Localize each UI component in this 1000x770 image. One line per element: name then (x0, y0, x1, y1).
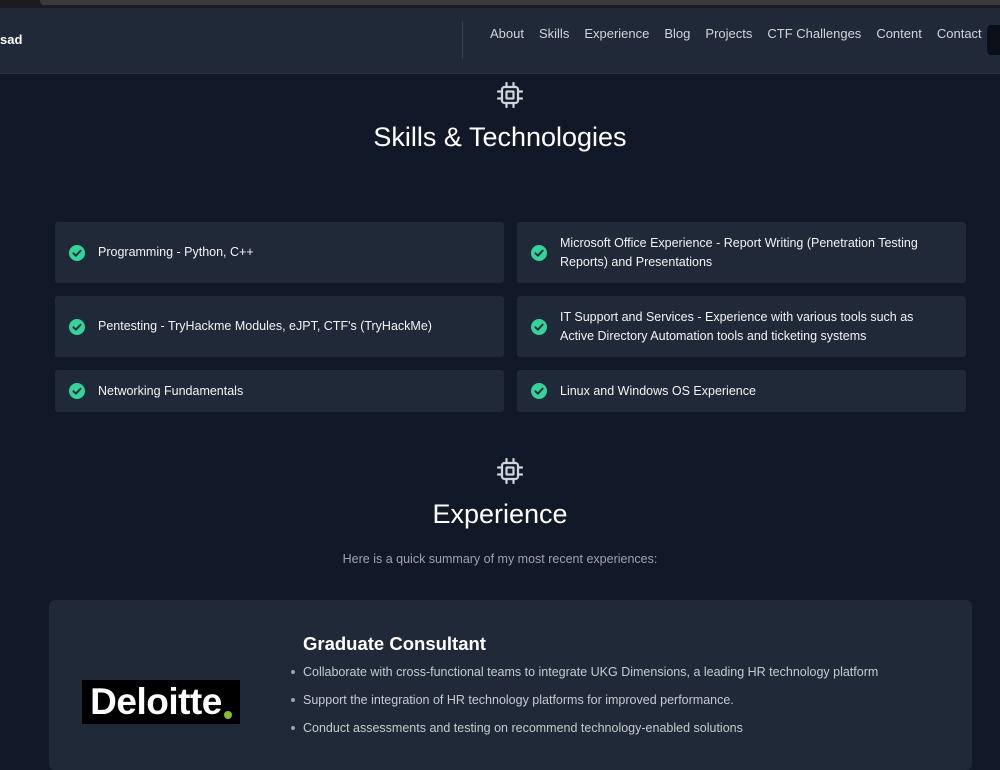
job-bullet: Support the integration of HR technology… (291, 690, 878, 718)
nav-link-content[interactable]: Content (876, 26, 922, 41)
check-circle-icon (69, 318, 85, 335)
skill-text: Pentesting - TryHackme Modules, eJPT, CT… (98, 319, 432, 333)
job-bullet: Collaborate with cross-functional teams … (291, 662, 878, 690)
job-bullets: Collaborate with cross-functional teams … (291, 662, 878, 746)
check-circle-icon (69, 383, 85, 399)
skill-card: Programming - Python, C++ (55, 222, 504, 283)
cpu-chip-icon (496, 457, 524, 485)
nav-links: About Skills Experience Blog Projects CT… (490, 26, 982, 41)
skill-text: IT Support and Services - Experience wit… (560, 309, 914, 343)
nav-link-contact[interactable]: Contact (937, 26, 982, 41)
job-bullet: Conduct assessments and testing on recom… (291, 718, 878, 746)
window-top-bar (40, 0, 1000, 5)
brand-name[interactable]: sad (0, 32, 22, 47)
cpu-chip-icon (496, 81, 524, 109)
skill-card: IT Support and Services - Experience wit… (517, 296, 966, 357)
skill-card: Networking Fundamentals (55, 370, 504, 412)
logo-dot (223, 711, 232, 719)
skill-text: Programming - Python, C++ (98, 245, 254, 259)
skill-card: Linux and Windows OS Experience (517, 370, 966, 412)
nav-action-button[interactable] (987, 25, 1000, 55)
skills-title: Skills & Technologies (373, 122, 627, 152)
skill-card: Microsoft Office Experience - Report Wri… (517, 222, 966, 283)
check-circle-icon (531, 244, 547, 261)
check-circle-icon (69, 244, 85, 261)
nav-divider (462, 21, 463, 59)
company-logo: Deloitte (82, 680, 240, 724)
skill-text: Networking Fundamentals (98, 383, 244, 398)
check-circle-icon (531, 318, 547, 335)
experience-subtitle: Here is a quick summary of my most recen… (342, 552, 658, 566)
skill-text: Linux and Windows OS Experience (560, 383, 756, 398)
nav-link-skills[interactable]: Skills (539, 26, 569, 41)
job-title: Graduate Consultant (303, 633, 486, 654)
check-circle-icon (531, 383, 547, 399)
experience-card: Deloitte Graduate Consultant Collaborate… (49, 600, 972, 770)
skill-card: Pentesting - TryHackme Modules, eJPT, CT… (55, 296, 504, 357)
nav-link-projects[interactable]: Projects (705, 26, 752, 41)
nav-link-experience[interactable]: Experience (584, 26, 649, 41)
experience-title: Experience (432, 499, 568, 529)
window-top-strip (0, 0, 1000, 8)
nav-link-blog[interactable]: Blog (664, 26, 690, 41)
nav-link-about[interactable]: About (490, 26, 524, 41)
navbar: sad About Skills Experience Blog Project… (0, 8, 1000, 74)
company-logo-text: Deloitte (90, 681, 222, 722)
nav-link-ctf-challenges[interactable]: CTF Challenges (767, 26, 861, 41)
skill-text: Microsoft Office Experience - Report Wri… (560, 235, 918, 269)
